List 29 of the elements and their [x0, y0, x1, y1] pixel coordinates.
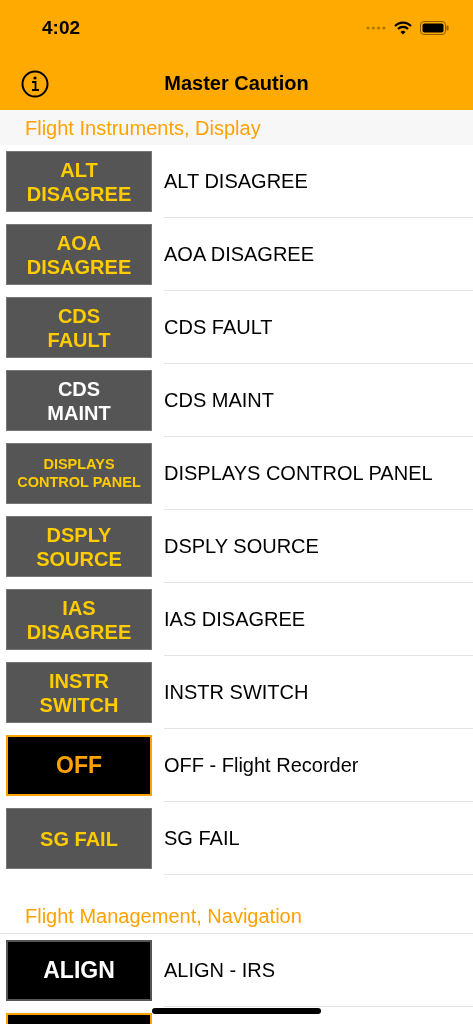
nav-title: Master Caution [164, 71, 309, 95]
battery-icon [420, 21, 449, 35]
annunciator-light: INSTR SWITCH [6, 662, 152, 723]
signal-icon [366, 26, 386, 30]
caution-label[interactable]: SG FAIL [164, 826, 240, 850]
annunciator-light: ALIGN [6, 940, 152, 1001]
caution-label[interactable]: IAS DISAGREE [164, 607, 306, 631]
caution-label[interactable]: DSPLY SOURCE [164, 534, 319, 558]
annunciator-light: CDS MAINT [6, 370, 152, 431]
annunciator-light: ALT DISAGREE [6, 151, 152, 212]
caution-label[interactable]: OFF - Flight Recorder [164, 753, 359, 777]
info-button[interactable] [20, 69, 50, 99]
wifi-icon [394, 21, 412, 35]
caution-label[interactable]: CDS MAINT [164, 388, 274, 412]
status-time: 4:02 [42, 17, 81, 39]
caution-label[interactable]: ALIGN - IRS [164, 958, 276, 982]
annunciator-light: IAS DISAGREE [6, 589, 152, 650]
annunciator-light: DISPLAYS CONTROL PANEL [6, 443, 152, 504]
caution-label[interactable]: DISPLAYS CONTROL PANEL [164, 461, 433, 485]
caution-label[interactable]: AOA DISAGREE [164, 242, 315, 266]
caution-label[interactable]: ALT DISAGREE [164, 169, 308, 193]
annunciator-light: SG FAIL [6, 808, 152, 869]
annunciator-light: AOA DISAGREE [6, 224, 152, 285]
caution-label[interactable]: CDS FAULT [164, 315, 273, 339]
caution-label[interactable]: INSTR SWITCH [164, 680, 309, 704]
annunciator-light: OFF [6, 735, 152, 796]
annunciator-light: DSPLY SOURCE [6, 516, 152, 577]
section-header: Flight Instruments, Display [0, 110, 473, 145]
annunciator-light: CDS FAULT [6, 297, 152, 358]
